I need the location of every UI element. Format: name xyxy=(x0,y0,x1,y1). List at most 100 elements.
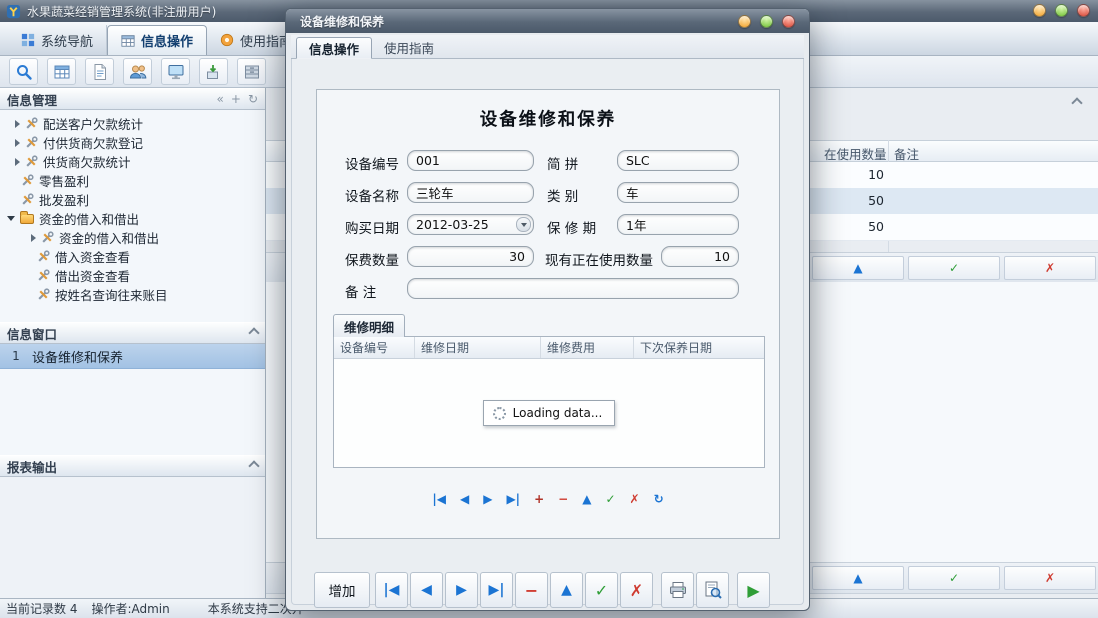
run-button[interactable]: ▶ xyxy=(737,572,770,608)
post-button[interactable]: ✓ xyxy=(908,256,1000,280)
archive-toolbar-button[interactable] xyxy=(237,58,266,85)
tree-folder[interactable]: 资金的借入和借出 xyxy=(0,209,265,228)
cancel-button[interactable]: ✗ xyxy=(1004,566,1096,590)
purchase-date-input[interactable] xyxy=(407,214,534,235)
add-icon[interactable]: + xyxy=(231,92,241,106)
dialog-titlebar: 设备维修和保养 xyxy=(286,9,809,33)
edit-record-button[interactable]: ▲ xyxy=(550,572,583,608)
search-toolbar-button[interactable] xyxy=(9,58,38,85)
grid-delete-button[interactable]: − xyxy=(558,492,568,506)
info-window-item-selected[interactable]: 1 设备维修和保养 xyxy=(0,344,265,369)
device-name-input[interactable] xyxy=(407,182,534,203)
dialog-minimize-button[interactable] xyxy=(738,15,751,28)
app-window: 水果蔬菜经销管理系统(非注册用户) 系统导航 信息操作 使用指南 xyxy=(0,0,1098,618)
print-button[interactable] xyxy=(661,572,694,608)
grid-refresh-button[interactable]: ↻ xyxy=(654,492,664,506)
grid-next-button[interactable]: ▶ xyxy=(483,492,492,506)
grid-last-button[interactable]: ▶| xyxy=(506,492,520,506)
table-toolbar-button[interactable] xyxy=(47,58,76,85)
folder-icon xyxy=(20,214,34,224)
cancel-button[interactable]: ✗ xyxy=(1004,256,1096,280)
tab-information-operations[interactable]: 信息操作 xyxy=(107,25,207,55)
close-button[interactable] xyxy=(1077,4,1090,17)
expand-icon[interactable] xyxy=(15,120,20,128)
grid-cancel-button[interactable]: ✗ xyxy=(630,492,640,506)
edit-button[interactable]: ▲ xyxy=(812,566,904,590)
tree-item[interactable]: 资金的借入和借出 xyxy=(0,228,265,247)
purchase-date-dropdown-button[interactable] xyxy=(516,217,531,232)
grid-first-button[interactable]: |◀ xyxy=(432,492,446,506)
dialog-maximize-button[interactable] xyxy=(760,15,773,28)
purchase-date-field[interactable] xyxy=(407,214,534,235)
minimize-button[interactable] xyxy=(1033,4,1046,17)
grid-edit-button[interactable]: ▲ xyxy=(582,492,591,506)
column-header-in-use-qty[interactable]: 在使用数量 xyxy=(824,144,887,163)
tab-maintenance-detail[interactable]: 维修明细 xyxy=(333,314,405,337)
device-name-field[interactable] xyxy=(407,182,534,203)
prev-record-button[interactable]: ◀ xyxy=(410,572,443,608)
document-toolbar-button[interactable] xyxy=(85,58,114,85)
tree-item-label: 资金的借入和借出 xyxy=(39,209,139,228)
add-button[interactable]: 增加 xyxy=(314,572,370,608)
pinyin-field[interactable] xyxy=(617,150,739,171)
expand-icon[interactable] xyxy=(15,158,20,166)
device-no-field[interactable] xyxy=(407,150,534,171)
export-toolbar-button[interactable] xyxy=(199,58,228,85)
premium-qty-field[interactable] xyxy=(407,246,534,267)
device-no-input[interactable] xyxy=(407,150,534,171)
category-field[interactable] xyxy=(617,182,739,203)
monitor-toolbar-button[interactable] xyxy=(161,58,190,85)
grid-column-device-no[interactable]: 设备编号 xyxy=(334,337,415,358)
tree-item[interactable]: 借出资金查看 xyxy=(0,266,265,285)
grid-insert-button[interactable]: + xyxy=(534,492,544,506)
edit-button[interactable]: ▲ xyxy=(812,256,904,280)
tab-system-navigation[interactable]: 系统导航 xyxy=(8,25,107,55)
premium-qty-input[interactable] xyxy=(407,246,534,267)
tree-item[interactable]: 供货商欠款统计 xyxy=(0,152,265,171)
tree-item[interactable]: 批发盈利 xyxy=(0,190,265,209)
expand-icon[interactable] xyxy=(15,139,20,147)
refresh-icon[interactable]: ↻ xyxy=(248,92,258,106)
warranty-field[interactable] xyxy=(617,214,739,235)
users-toolbar-button[interactable] xyxy=(123,58,152,85)
first-record-button[interactable]: |◀ xyxy=(375,572,408,608)
dialog-tab-information-operations[interactable]: 信息操作 xyxy=(296,37,372,59)
tree-item-label: 批发盈利 xyxy=(39,190,89,209)
grid-column-repair-cost[interactable]: 维修费用 xyxy=(541,337,634,358)
expand-icon[interactable] xyxy=(31,234,36,242)
grid-prev-button[interactable]: ◀ xyxy=(460,492,469,506)
tree-item[interactable]: 按姓名查询往来账目 xyxy=(0,285,265,304)
remark-input[interactable] xyxy=(407,278,739,299)
remark-field[interactable] xyxy=(407,278,739,299)
in-use-qty-field[interactable] xyxy=(661,246,739,267)
dialog-title: 设备维修和保养 xyxy=(300,13,384,30)
cell-in-use-qty: 50 xyxy=(806,219,884,234)
grid-column-repair-date[interactable]: 维修日期 xyxy=(415,337,541,358)
post-button[interactable]: ✓ xyxy=(908,566,1000,590)
category-input[interactable] xyxy=(617,182,739,203)
print-preview-button[interactable] xyxy=(696,572,729,608)
warranty-input[interactable] xyxy=(617,214,739,235)
dialog-tab-user-guide[interactable]: 使用指南 xyxy=(372,36,446,58)
column-header-remark[interactable]: 备注 xyxy=(894,144,919,163)
tree-item[interactable]: 零售盈利 xyxy=(0,171,265,190)
panel-collapse-button[interactable] xyxy=(1068,96,1086,110)
grid-post-button[interactable]: ✓ xyxy=(605,492,615,506)
collapse-expanded-icon[interactable] xyxy=(7,216,15,221)
cancel-record-button[interactable]: ✗ xyxy=(620,572,653,608)
tree-item[interactable]: 付供货商欠款登记 xyxy=(0,133,265,152)
tree-item[interactable]: 配送客户欠款统计 xyxy=(0,114,265,133)
last-record-button[interactable]: ▶| xyxy=(480,572,513,608)
pinyin-input[interactable] xyxy=(617,150,739,171)
post-record-button[interactable]: ✓ xyxy=(585,572,618,608)
collapse-left-icon[interactable]: « xyxy=(217,92,224,106)
delete-record-button[interactable]: − xyxy=(515,572,548,608)
collapse-section-button[interactable] xyxy=(250,329,258,337)
in-use-qty-input[interactable] xyxy=(661,246,739,267)
grid-column-next-maintenance-date[interactable]: 下次保养日期 xyxy=(634,337,764,358)
tree-item[interactable]: 借入资金查看 xyxy=(0,247,265,266)
maximize-button[interactable] xyxy=(1055,4,1068,17)
next-record-button[interactable]: ▶ xyxy=(445,572,478,608)
collapse-section-button[interactable] xyxy=(250,462,258,470)
dialog-close-button[interactable] xyxy=(782,15,795,28)
